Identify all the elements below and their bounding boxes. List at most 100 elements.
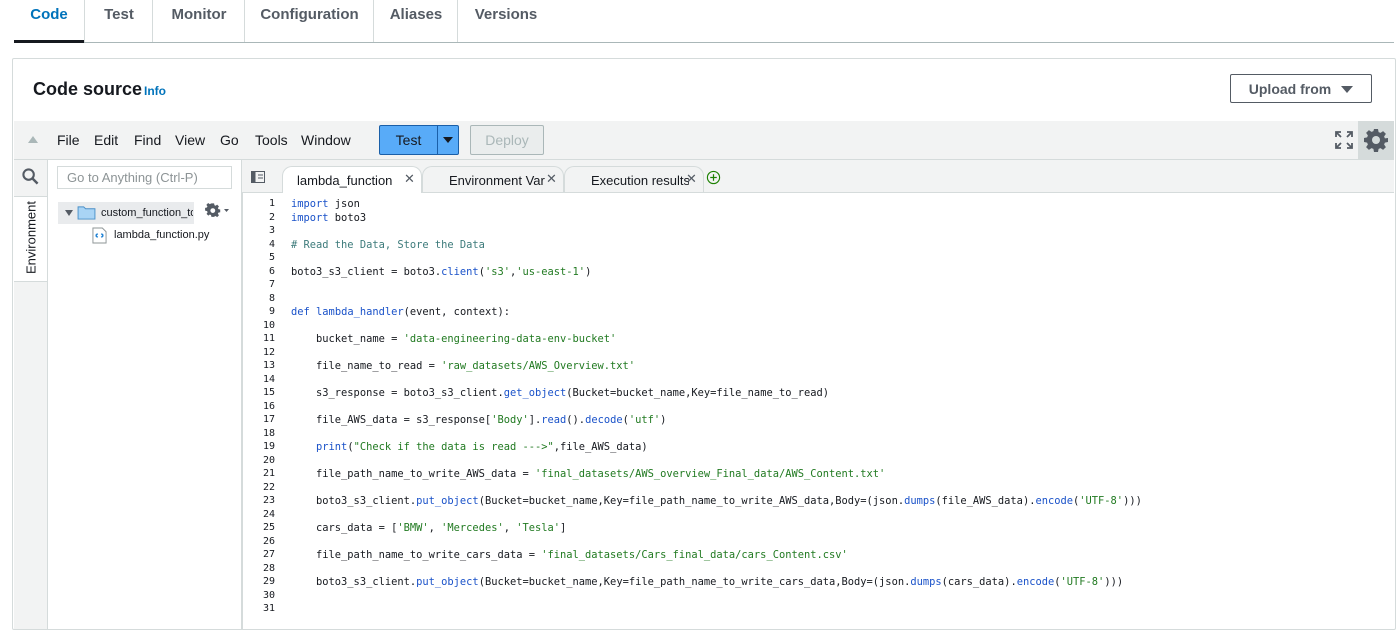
line-number: 30 xyxy=(262,589,275,601)
tab-code[interactable]: Code xyxy=(14,0,84,43)
line-number: 20 xyxy=(262,454,275,466)
line-number: 4 xyxy=(268,238,275,250)
sidebar-strip: Environment xyxy=(14,160,48,629)
upload-from-label: Upload from xyxy=(1248,81,1332,97)
tab-versions[interactable]: Versions xyxy=(457,0,554,42)
ide-toolbar: File Edit Find View Go Tools Window Test… xyxy=(14,121,1394,160)
gear-icon xyxy=(1364,129,1388,152)
line-number: 25 xyxy=(262,522,275,533)
code-line: bucket_name = 'data-engineering-data-env… xyxy=(291,333,617,345)
line-number: 23 xyxy=(262,495,275,506)
editor-tab-label: Execution results xyxy=(591,173,689,188)
line-number: 18 xyxy=(262,427,275,439)
fullscreen-icon[interactable] xyxy=(1335,131,1353,149)
menu-edit[interactable]: Edit xyxy=(94,132,118,148)
code-line: boto3_s3_client.put_object(Bucket=bucket… xyxy=(291,495,1142,507)
folder-icon xyxy=(77,206,96,220)
menu-tools[interactable]: Tools xyxy=(255,132,288,148)
collapse-icon[interactable] xyxy=(28,136,38,143)
line-number: 21 xyxy=(262,468,275,479)
code-line: boto3_s3_client.put_object(Bucket=bucket… xyxy=(291,576,1124,588)
menu-view[interactable]: View xyxy=(175,132,205,148)
folder-name: custom_function_to xyxy=(101,207,193,219)
line-number: 29 xyxy=(262,576,275,587)
code-line: # Read the Data, Store the Data xyxy=(291,238,485,251)
line-number: 24 xyxy=(262,508,275,520)
python-file-icon xyxy=(92,227,107,244)
test-button-divider xyxy=(437,126,438,154)
editor-tab-lambda-function[interactable]: lambda_function ✕ xyxy=(282,166,422,193)
file-name: lambda_function.py xyxy=(114,229,210,241)
line-number: 7 xyxy=(268,279,275,290)
folder-item[interactable]: custom_function_to xyxy=(58,202,194,224)
code-line: def lambda_handler(event, context): xyxy=(291,306,510,318)
close-tab-icon[interactable]: ✕ xyxy=(686,171,697,187)
code-line: file_name_to_read = 'raw_datasets/AWS_Ov… xyxy=(291,360,636,372)
line-number-gutter: 1 2 3 4 5 6 7 8 9 10 11 12 13 14 15 16 17 18 19 20 21 22 23 24 2… xyxy=(242,193,288,629)
code-line: file_path_name_to_write_cars_data = 'fin… xyxy=(291,549,848,561)
tab-test[interactable]: Test xyxy=(84,0,153,42)
tab-configuration[interactable]: Configuration xyxy=(244,0,374,42)
line-number: 28 xyxy=(262,562,275,574)
line-number: 10 xyxy=(262,319,275,331)
code-line: import boto3 xyxy=(291,211,367,224)
tree-settings-gear-icon[interactable] xyxy=(205,203,229,219)
code-editor[interactable]: import json import boto3 # Read the Data, … xyxy=(291,193,1394,629)
deploy-button[interactable]: Deploy xyxy=(470,125,544,155)
line-number: 26 xyxy=(262,535,275,547)
editor-tab-environment-variables[interactable]: Environment Var ✕ xyxy=(422,166,564,192)
line-number: 6 xyxy=(268,265,275,277)
tab-aliases[interactable]: Aliases xyxy=(373,0,458,42)
function-tabs: Code Test Monitor Configuration Aliases … xyxy=(14,0,1394,43)
menu-find[interactable]: Find xyxy=(134,132,161,148)
line-number: 16 xyxy=(262,400,275,412)
menu-file[interactable]: File xyxy=(57,132,80,148)
line-number: 15 xyxy=(262,387,275,398)
tab-monitor[interactable]: Monitor xyxy=(152,0,245,42)
plus-circle-icon[interactable] xyxy=(706,170,721,185)
menu-window[interactable]: Window xyxy=(301,132,351,148)
line-number: 14 xyxy=(262,373,275,385)
panel-title: Code source xyxy=(33,79,143,99)
editor-tab-label: Environment Var xyxy=(449,173,545,188)
expand-triangle-icon[interactable] xyxy=(65,210,73,216)
line-number: 2 xyxy=(268,211,275,223)
code-line: s3_response = boto3_s3_client.get_object… xyxy=(291,387,830,399)
line-number: 13 xyxy=(262,360,275,371)
code-line: print("Check if the data is read --->",f… xyxy=(316,441,648,453)
close-tab-icon[interactable]: ✕ xyxy=(404,171,415,187)
ide-settings-button[interactable] xyxy=(1358,121,1394,159)
line-number: 27 xyxy=(262,549,275,560)
go-to-anything-input[interactable] xyxy=(57,166,232,189)
line-number: 19 xyxy=(262,441,275,452)
close-tab-icon[interactable]: ✕ xyxy=(546,171,557,187)
environment-tab[interactable]: Environment xyxy=(14,196,47,282)
line-number: 11 xyxy=(262,333,275,344)
menu-go[interactable]: Go xyxy=(220,132,239,148)
line-number: 31 xyxy=(262,603,275,614)
file-item[interactable]: lambda_function.py xyxy=(92,226,232,246)
code-line: file_path_name_to_write_AWS_data = 'fina… xyxy=(291,468,886,480)
line-number: 22 xyxy=(262,481,275,493)
test-split-button: Test xyxy=(379,125,459,155)
search-icon[interactable] xyxy=(22,168,39,185)
code-source-panel: Code source Info Upload from File Edit F… xyxy=(12,58,1396,630)
code-line: cars_data = ['BMW', 'Mercedes', 'Tesla'] xyxy=(291,522,567,534)
editor-tabs: lambda_function ✕ Environment Var ✕ Exec… xyxy=(242,160,1394,193)
environment-tab-label: Environment xyxy=(23,201,39,274)
file-tree: custom_function_to lambda_function.py xyxy=(48,160,242,629)
test-dropdown-caret-icon[interactable] xyxy=(443,137,453,143)
upload-from-button[interactable]: Upload from xyxy=(1230,74,1372,103)
line-number: 3 xyxy=(268,225,275,236)
info-link[interactable]: Info xyxy=(144,84,166,98)
code-line: boto3_s3_client = boto3.client('s3','us-… xyxy=(291,265,592,278)
line-number: 12 xyxy=(262,346,275,358)
line-number: 8 xyxy=(268,292,275,304)
line-number: 17 xyxy=(262,414,275,425)
code-line: file_AWS_data = s3_response['Body'].read… xyxy=(291,414,667,426)
editor-tab-execution-results[interactable]: Execution results ✕ xyxy=(564,166,704,192)
line-number: 5 xyxy=(268,252,275,263)
test-button[interactable]: Test xyxy=(380,126,437,154)
code-line: import json xyxy=(291,198,360,210)
tab-list-icon[interactable] xyxy=(251,171,265,183)
